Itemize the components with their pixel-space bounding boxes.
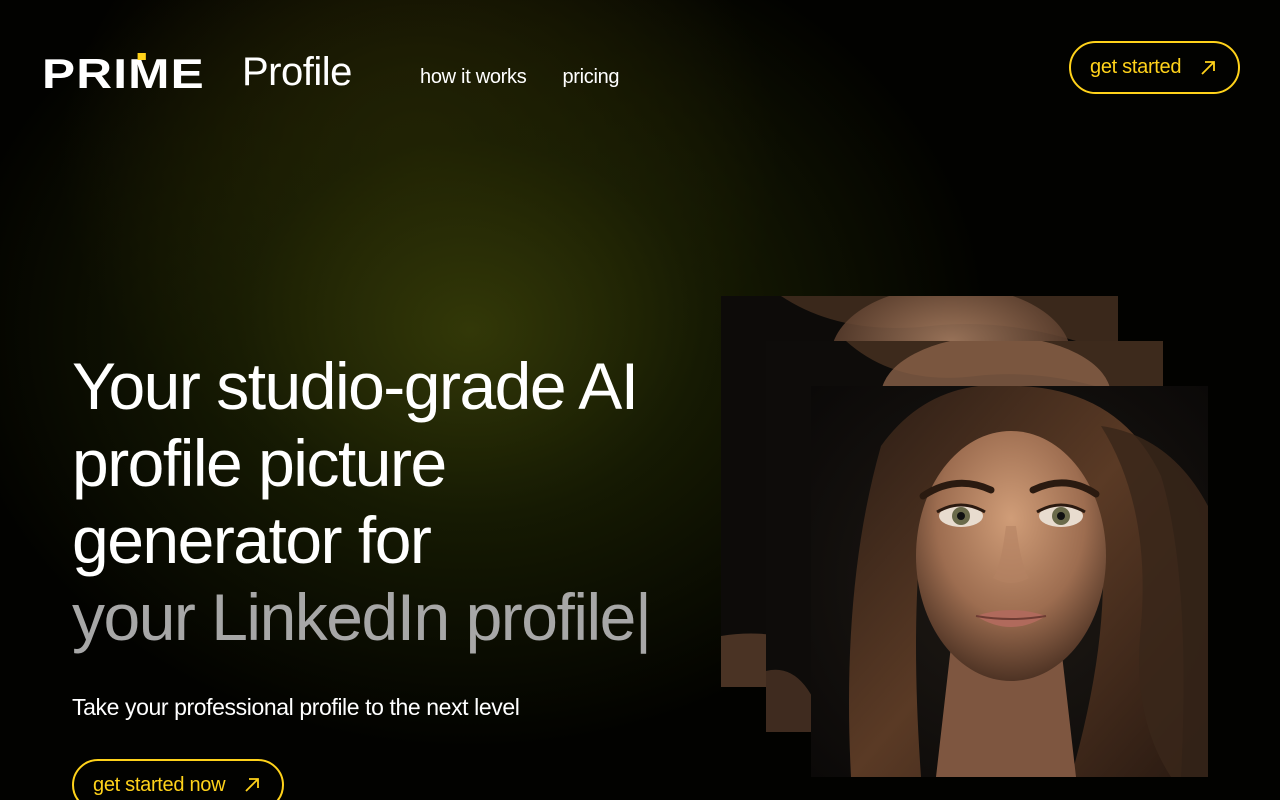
logo-accent-dot — [137, 53, 146, 60]
arrow-up-right-icon — [1201, 60, 1216, 75]
headline-line-1: Your studio-grade AI — [72, 349, 639, 423]
logo-profile-text: Profile — [242, 50, 352, 94]
get-started-button[interactable]: get started — [1069, 41, 1240, 94]
get-started-label: get started — [1090, 56, 1182, 78]
hero-headline: Your studio-grade AI profile picture gen… — [72, 348, 692, 656]
arrow-up-right-icon — [245, 778, 260, 792]
sample-portrait-front — [811, 386, 1208, 777]
nav-link-pricing[interactable]: pricing — [562, 66, 619, 89]
logo[interactable]: PRIME Profile — [42, 48, 352, 95]
headline-highlight-line: your LinkedIn profile| — [72, 579, 692, 656]
landing-page: PRIME Profile how it works pricing get s… — [0, 0, 1280, 800]
nav-link-how-it-works[interactable]: how it works — [420, 66, 527, 89]
typing-cursor: | — [634, 580, 652, 654]
headline-line-2: profile picture — [72, 426, 447, 500]
logo-prime-text: PRIME — [42, 50, 205, 97]
logo-prime-wordmark: PRIME — [42, 53, 252, 95]
headline-highlight: your LinkedIn profile — [72, 580, 636, 654]
get-started-now-label: get started now — [93, 773, 226, 796]
hero-subtitle: Take your professional profile to the ne… — [72, 694, 520, 720]
headline-line-3: generator for — [72, 503, 432, 577]
main-nav: how it works pricing — [420, 66, 620, 89]
get-started-now-button[interactable]: get started now — [72, 759, 284, 800]
